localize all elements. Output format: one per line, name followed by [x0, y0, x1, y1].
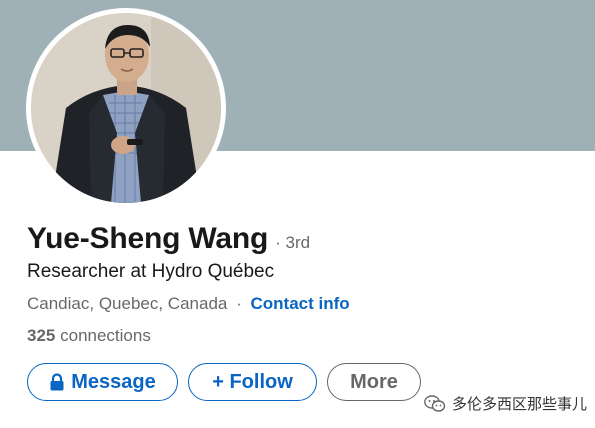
- more-button[interactable]: More: [327, 363, 421, 401]
- message-button[interactable]: Message: [27, 363, 178, 401]
- follow-button[interactable]: + Follow: [188, 363, 317, 401]
- profile-avatar[interactable]: [31, 13, 221, 203]
- message-button-label: Message: [71, 370, 156, 393]
- more-button-label: More: [350, 370, 398, 393]
- connections-row[interactable]: 325 connections: [27, 326, 151, 346]
- connection-degree: · 3rd: [275, 233, 311, 252]
- lock-icon: [49, 373, 65, 391]
- profile-location: Candiac, Quebec, Canada: [27, 294, 228, 313]
- location-row: Candiac, Quebec, Canada · Contact info: [27, 294, 350, 314]
- follow-button-label: + Follow: [212, 370, 293, 393]
- profile-actions: Message + Follow More: [27, 363, 421, 401]
- connections-count: 325: [27, 326, 56, 345]
- profile-headline: Researcher at Hydro Québec: [27, 261, 275, 282]
- watermark: 多伦多西区那些事儿: [424, 393, 587, 414]
- separator-dot: ·: [236, 294, 242, 313]
- contact-info-link[interactable]: Contact info: [251, 294, 350, 313]
- profile-name: Yue-Sheng Wang: [27, 222, 269, 255]
- wechat-icon: [424, 394, 446, 413]
- watermark-text: 多伦多西区那些事儿: [452, 396, 588, 413]
- connections-label: connections: [60, 326, 151, 345]
- avatar-photo: [31, 13, 221, 203]
- name-row: Yue-Sheng Wang · 3rd: [27, 222, 310, 256]
